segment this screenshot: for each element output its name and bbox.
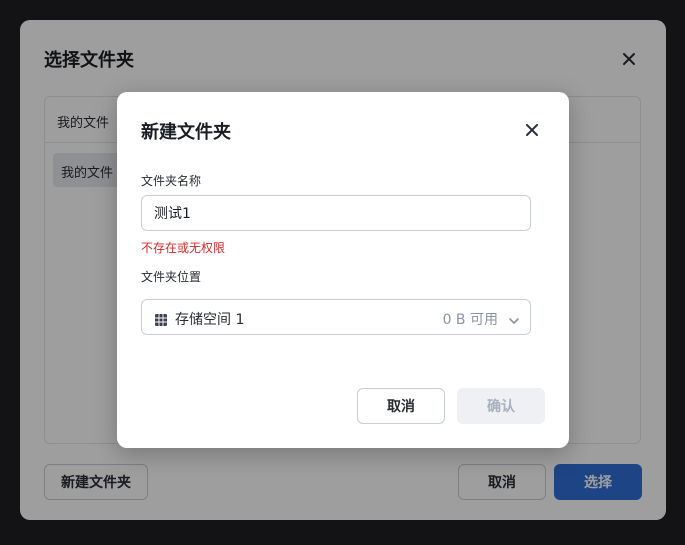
cancel-button[interactable]: 取消 [357, 388, 445, 424]
modal-title: 新建文件夹 [141, 122, 231, 143]
location-select[interactable]: 存储空间 1 0 B 可用 [141, 299, 531, 335]
storage-grid-icon [155, 311, 167, 326]
new-folder-modal: 新建文件夹 文件夹名称 不存在或无权限 文件夹位置 存储空间 1 0 B 可用 … [117, 92, 569, 448]
error-message: 不存在或无权限 [141, 241, 226, 255]
storage-name: 存储空间 1 [175, 312, 245, 328]
close-icon[interactable] [521, 119, 543, 141]
chevron-down-icon [508, 312, 520, 324]
folder-location-label: 文件夹位置 [141, 270, 202, 284]
folder-name-input[interactable] [141, 195, 531, 231]
folder-name-label: 文件夹名称 [141, 174, 202, 188]
storage-free-space: 0 B 可用 [442, 312, 498, 328]
confirm-button[interactable]: 确认 [457, 388, 545, 424]
